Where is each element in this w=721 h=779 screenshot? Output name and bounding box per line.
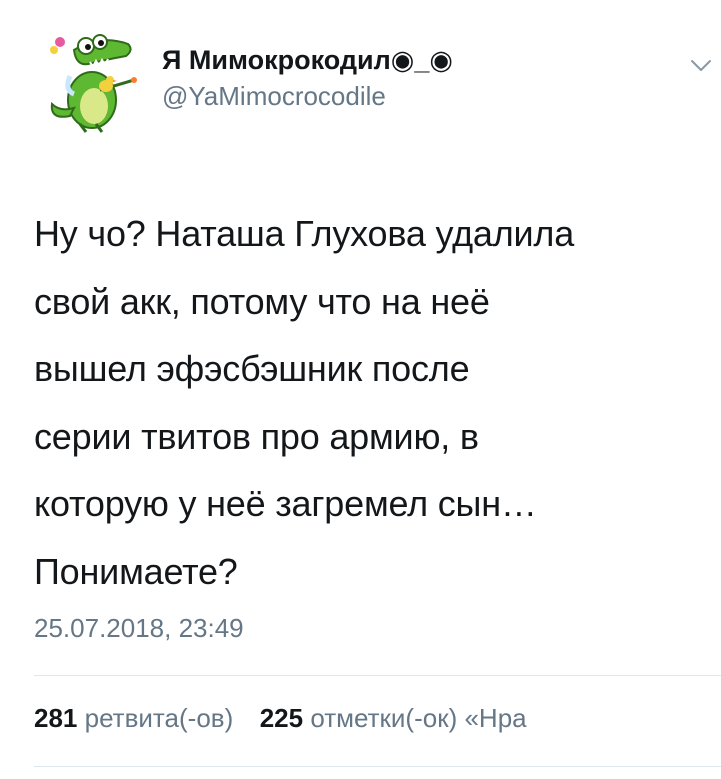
tweet-card: Я Мимокрокодил◉_◉ @YaMimocrocodile Ну чо… <box>0 0 721 779</box>
author-username[interactable]: @YaMimocrocodile <box>162 80 453 112</box>
likes-label[interactable]: отметки(-ок) «Нра <box>310 703 526 733</box>
retweets-label[interactable]: ретвита(-ов) <box>85 703 234 733</box>
tweet-text: Ну чо? Наташа Глухова удалила свой акк, … <box>34 213 575 592</box>
likes-count[interactable]: 225 <box>260 703 303 733</box>
divider <box>34 766 721 767</box>
tweet-timestamp[interactable]: 25.07.2018, 23:49 <box>34 612 244 644</box>
retweets-count[interactable]: 281 <box>34 703 77 733</box>
author-display-name[interactable]: Я Мимокрокодил◉_◉ <box>162 44 453 76</box>
tweet-author[interactable]: Я Мимокрокодил◉_◉ @YaMimocrocodile <box>162 44 453 112</box>
crocodile-avatar-icon[interactable] <box>30 20 145 135</box>
divider <box>34 675 721 676</box>
tweet-stats: 281 ретвита(-ов) 225 отметки(-ок) «Нра <box>34 702 721 734</box>
chevron-down-icon[interactable] <box>690 58 712 74</box>
